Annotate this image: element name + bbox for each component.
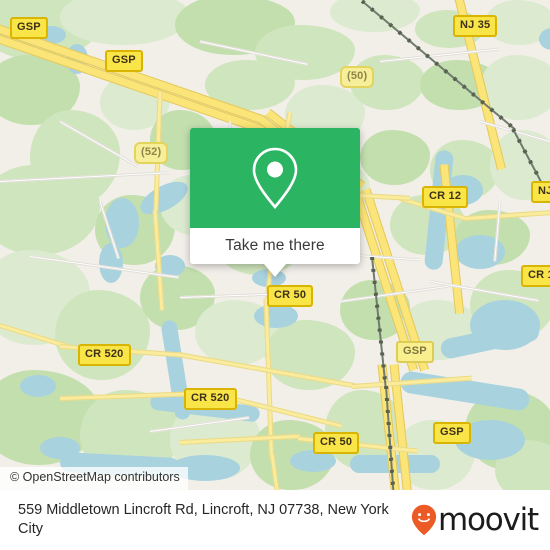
take-me-there-button[interactable]: Take me there	[225, 237, 325, 255]
route-shield[interactable]: NJ	[531, 181, 550, 203]
route-shield[interactable]: NJ 35	[453, 15, 498, 37]
route-shield[interactable]: CR 12	[422, 186, 469, 208]
route-shield[interactable]: CR 50	[313, 432, 360, 454]
route-shield[interactable]: CR 50	[267, 285, 314, 307]
route-shield[interactable]: (52)	[134, 142, 169, 164]
route-shield[interactable]: CR 520	[78, 344, 131, 366]
map-pin-icon	[252, 147, 298, 210]
moovit-pin-smile-icon	[411, 504, 437, 536]
route-shield[interactable]: GSP	[105, 50, 143, 72]
map-screen: GSP GSP (52) (50) NJ 35 CR 12 NJ CR 1 CR…	[0, 0, 550, 550]
moovit-logo[interactable]: moovit	[411, 504, 550, 536]
address-text: 559 Middletown Lincroft Rd, Lincroft, NJ…	[18, 501, 389, 537]
route-shield[interactable]: (50)	[340, 66, 375, 88]
route-shield[interactable]: GSP	[396, 341, 434, 363]
route-shield[interactable]: CR 1	[521, 265, 550, 287]
route-shield[interactable]: GSP	[433, 422, 471, 444]
popup-tail-pointer	[264, 264, 286, 277]
popup-action-panel[interactable]: Take me there	[190, 228, 360, 264]
footer-bar: 559 Middletown Lincroft Rd, Lincroft, NJ…	[0, 490, 550, 550]
route-shield[interactable]: CR 520	[184, 388, 237, 410]
map-canvas[interactable]: GSP GSP (52) (50) NJ 35 CR 12 NJ CR 1 CR…	[0, 0, 550, 490]
popup-image-panel	[190, 128, 360, 228]
osm-attribution[interactable]: © OpenStreetMap contributors	[0, 467, 188, 490]
moovit-wordmark: moovit	[437, 501, 539, 538]
location-popup-card[interactable]: Take me there	[190, 128, 360, 277]
route-shield[interactable]: GSP	[10, 17, 48, 39]
